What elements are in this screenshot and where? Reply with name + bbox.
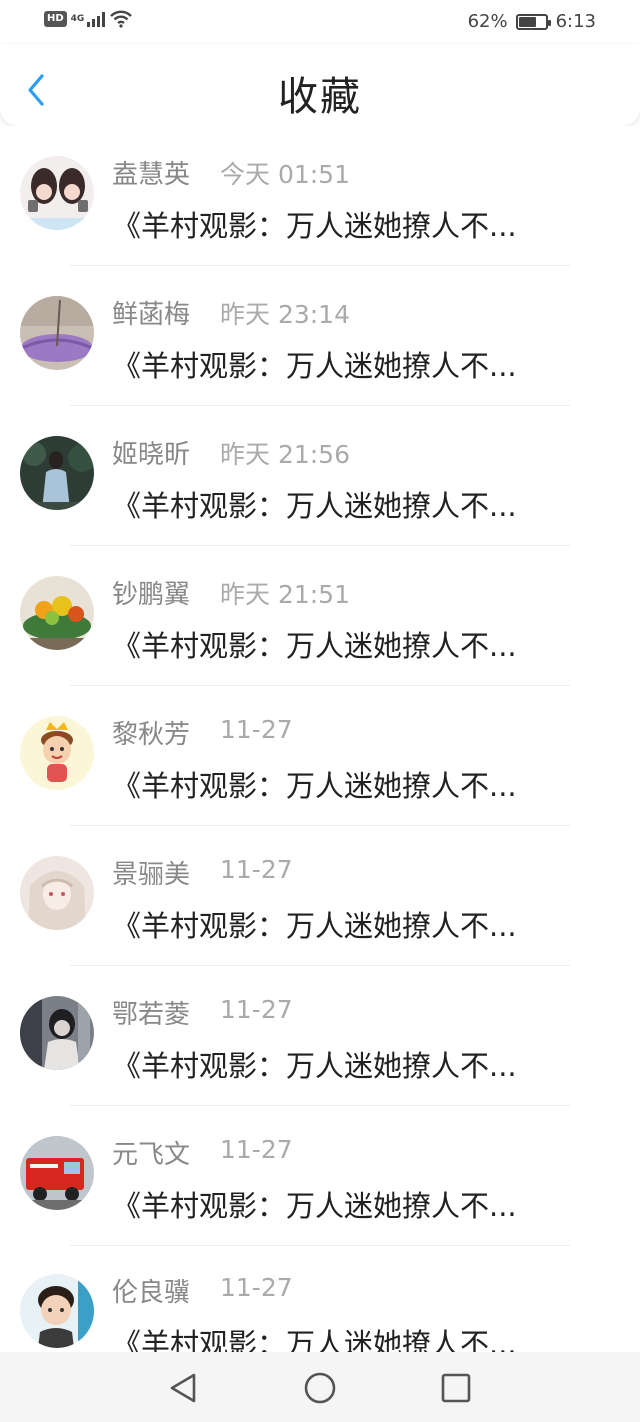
- battery-fill: [518, 16, 536, 27]
- system-recents-button[interactable]: [438, 1370, 474, 1406]
- item-title: 《羊村观影：万人迷她撩人不...: [112, 489, 517, 523]
- back-triangle-icon: [170, 1373, 196, 1403]
- item-title: 《羊村观影：万人迷她撩人不...: [112, 1327, 517, 1352]
- item-time: 昨天 23:14: [220, 300, 350, 329]
- avatar: [20, 1274, 94, 1348]
- favorites-list: 盍慧英 今天 01:51 《羊村观影：万人迷她撩人不... 鲜菡梅 昨天 23:…: [0, 126, 640, 1352]
- item-name: 鲜菡梅: [112, 300, 191, 330]
- item-time: 11-27: [220, 715, 293, 744]
- wifi-icon: [109, 10, 133, 28]
- list-item[interactable]: 鲜菡梅 昨天 23:14 《羊村观影：万人迷她撩人不...: [0, 266, 640, 406]
- item-name: 钞鹏翼: [112, 580, 191, 610]
- system-home-button[interactable]: [302, 1370, 338, 1406]
- item-name: 元飞文: [112, 1140, 191, 1170]
- item-time: 今天 01:51: [220, 160, 350, 189]
- list-item[interactable]: 伦良骥 11-27 《羊村观影：万人迷她撩人不...: [0, 1244, 640, 1352]
- avatar: [20, 856, 94, 930]
- item-time: 昨天 21:56: [220, 440, 350, 469]
- item-name: 景骊美: [112, 860, 191, 890]
- item-name: 盍慧英: [112, 160, 191, 190]
- avatar: [20, 436, 94, 510]
- list-item[interactable]: 盍慧英 今天 01:51 《羊村观影：万人迷她撩人不...: [0, 126, 640, 266]
- item-title: 《羊村观影：万人迷她撩人不...: [112, 769, 517, 803]
- item-title: 《羊村观影：万人迷她撩人不...: [112, 1189, 517, 1223]
- list-item[interactable]: 景骊美 11-27 《羊村观影：万人迷她撩人不...: [0, 826, 640, 966]
- status-bar: HD 4G 62% 6:13: [0, 0, 640, 44]
- header-bar: 收藏: [0, 44, 640, 126]
- battery-icon: [515, 13, 551, 30]
- item-title: 《羊村观影：万人迷她撩人不...: [112, 909, 517, 943]
- page-title: 收藏: [278, 74, 362, 120]
- item-title: 《羊村观影：万人迷她撩人不...: [112, 209, 517, 243]
- list-item[interactable]: 鄂若菱 11-27 《羊村观影：万人迷她撩人不...: [0, 966, 640, 1106]
- item-title: 《羊村观影：万人迷她撩人不...: [112, 629, 517, 663]
- list-item[interactable]: 黎秋芳 11-27 《羊村观影：万人迷她撩人不...: [0, 686, 640, 826]
- avatar: [20, 156, 94, 230]
- item-name: 黎秋芳: [112, 720, 191, 750]
- list-item[interactable]: 钞鹏翼 昨天 21:51 《羊村观影：万人迷她撩人不...: [0, 546, 640, 686]
- item-name: 鄂若菱: [112, 1000, 191, 1030]
- item-name: 姬晓昕: [112, 440, 191, 470]
- item-time: 11-27: [220, 1273, 293, 1302]
- battery-percent: 62%: [467, 11, 508, 32]
- avatar: [20, 716, 94, 790]
- system-back-button[interactable]: [166, 1370, 202, 1406]
- avatar: [20, 996, 94, 1070]
- item-time: 11-27: [220, 1135, 293, 1164]
- avatar: [20, 576, 94, 650]
- system-nav-bar: [0, 1352, 640, 1422]
- hd-badge: HD: [44, 11, 67, 27]
- list-item[interactable]: 元飞文 11-27 《羊村观影：万人迷她撩人不...: [0, 1106, 640, 1246]
- item-time: 11-27: [220, 855, 293, 884]
- status-left: HD 4G: [44, 10, 133, 28]
- list-item[interactable]: 姬晓昕 昨天 21:56 《羊村观影：万人迷她撩人不...: [0, 406, 640, 546]
- clock: 6:13: [555, 11, 596, 32]
- item-title: 《羊村观影：万人迷她撩人不...: [112, 1049, 517, 1083]
- recents-square-icon: [441, 1373, 471, 1403]
- item-time: 昨天 21:51: [220, 580, 350, 609]
- signal-icon: [86, 11, 105, 27]
- status-right: 62% 6:13: [468, 11, 596, 32]
- item-name: 伦良骥: [112, 1278, 191, 1308]
- item-title: 《羊村观影：万人迷她撩人不...: [112, 349, 517, 383]
- home-circle-icon: [304, 1372, 336, 1404]
- avatar: [20, 1136, 94, 1210]
- network-type: 4G: [70, 14, 85, 24]
- item-time: 11-27: [220, 995, 293, 1024]
- avatar: [20, 296, 94, 370]
